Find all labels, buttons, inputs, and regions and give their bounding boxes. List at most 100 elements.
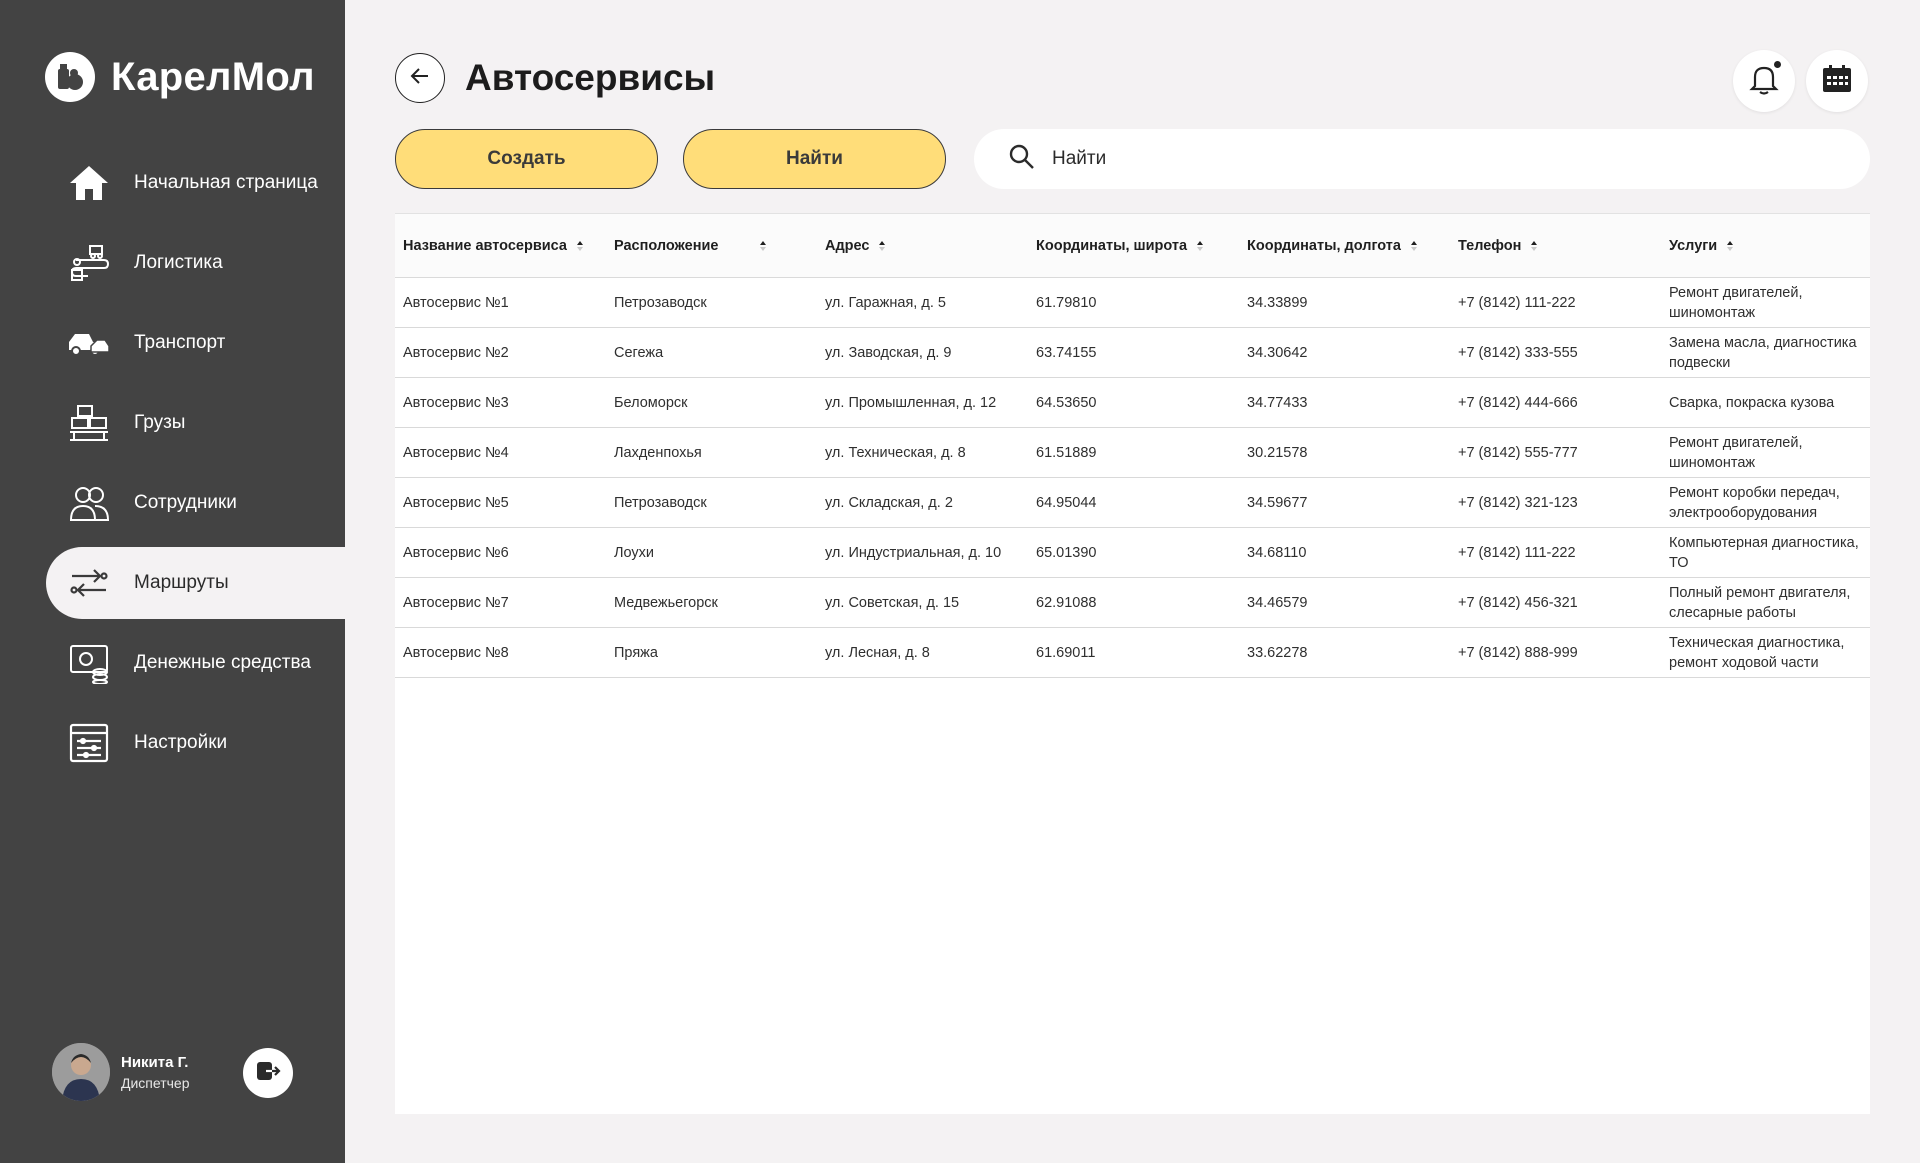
notifications-button[interactable] — [1733, 50, 1795, 112]
find-button[interactable]: Найти — [683, 129, 946, 189]
column-header-label: Телефон — [1458, 237, 1522, 254]
sidebar-item-label: Начальная страница — [134, 172, 318, 193]
cell-name: Автосервис №5 — [403, 494, 509, 511]
table-row[interactable]: Автосервис №5 Петрозаводск ул. Складская… — [395, 478, 1870, 528]
sidebar-item-transport[interactable]: Транспорт — [0, 307, 345, 379]
brand-logo[interactable]: КарелМол — [45, 52, 315, 102]
page-title: Автосервисы — [465, 57, 716, 98]
sort-icon[interactable] — [576, 240, 583, 251]
search-bar[interactable] — [974, 129, 1870, 189]
sidebar-item-money[interactable]: Денежные средства — [0, 627, 345, 699]
sidebar-item-label: Сотрудники — [134, 492, 237, 513]
create-button[interactable]: Создать — [395, 129, 658, 189]
cell-name: Автосервис №6 — [403, 544, 509, 561]
cell-latitude: 65.01390 — [1036, 544, 1097, 561]
cell-address: ул. Заводская, д. 9 — [825, 344, 952, 361]
cell-location: Сегежа — [614, 344, 664, 361]
table-row[interactable]: Автосервис №3 Беломорск ул. Промышленная… — [395, 378, 1870, 428]
cell-services: Полный ремонт двигателя, слесарные работ… — [1669, 584, 1851, 621]
cell-latitude: 61.51889 — [1036, 444, 1097, 461]
cell-phone: +7 (8142) 321-123 — [1458, 494, 1578, 511]
cell-latitude: 64.53650 — [1036, 394, 1097, 411]
cell-location: Пряжа — [614, 644, 658, 661]
sidebar-item-label: Маршруты — [134, 572, 229, 593]
column-header[interactable]: Расположение — [606, 214, 817, 278]
cell-longitude: 34.68110 — [1247, 544, 1307, 561]
sidebar-item-employees[interactable]: Сотрудники — [0, 467, 345, 539]
table-row[interactable]: Автосервис №1 Петрозаводск ул. Гаражная,… — [395, 278, 1870, 328]
column-header-label: Услуги — [1669, 237, 1718, 254]
sidebar-item-routes[interactable]: Маршруты — [46, 547, 345, 619]
calendar-icon — [1821, 64, 1853, 99]
sidebar-item-logistics[interactable]: Логистика — [0, 227, 345, 299]
column-header[interactable]: Координаты, долгота — [1239, 214, 1450, 278]
cell-name: Автосервис №2 — [403, 344, 509, 361]
table-row[interactable]: Автосервис №4 Лахденпохья ул. Техническа… — [395, 428, 1870, 478]
sort-icon[interactable] — [879, 240, 886, 251]
cell-phone: +7 (8142) 111-222 — [1458, 294, 1576, 311]
cell-address: ул. Гаражная, д. 5 — [825, 294, 946, 311]
cell-address: ул. Промышленная, д. 12 — [825, 394, 997, 411]
cell-latitude: 61.79810 — [1036, 294, 1097, 311]
sidebar-item-label: Денежные средства — [134, 652, 311, 673]
cell-location: Беломорск — [614, 394, 688, 411]
user-profile[interactable]: Никита Г. Диспетчер — [52, 1043, 189, 1101]
sidebar-item-settings[interactable]: Настройки — [0, 707, 345, 779]
sidebar-nav: Начальная страница Логистика Транспорт Г… — [0, 147, 345, 787]
column-header-label: Координаты, долгота — [1247, 237, 1401, 254]
cell-latitude: 63.74155 — [1036, 344, 1097, 361]
sidebar-item-home[interactable]: Начальная страница — [0, 147, 345, 219]
column-header[interactable]: Услуги — [1661, 214, 1870, 278]
service-table-panel: Название автосервиса Расположение Адрес … — [395, 213, 1870, 1114]
cell-name: Автосервис №4 — [403, 444, 509, 461]
cell-phone: +7 (8142) 888-999 — [1458, 644, 1578, 661]
cell-address: ул. Советская, д. 15 — [825, 594, 960, 611]
column-header[interactable]: Название автосервиса — [395, 214, 606, 278]
sidebar: КарелМол Начальная страница Логистика Тр… — [0, 0, 345, 1163]
sidebar-item-label: Настройки — [134, 732, 228, 753]
cell-name: Автосервис №1 — [403, 294, 509, 311]
table-row[interactable]: Автосервис №7 Медвежьегорск ул. Советска… — [395, 578, 1870, 628]
logistics-icon — [66, 240, 112, 286]
cell-name: Автосервис №8 — [403, 644, 509, 661]
cell-location: Медвежьегорск — [614, 594, 718, 611]
cell-address: ул. Индустриальная, д. 10 — [825, 544, 1002, 561]
arrow-left-icon — [409, 65, 431, 92]
cell-services: Замена масла, диагностика подвески — [1669, 334, 1857, 371]
sort-icon[interactable] — [1727, 240, 1734, 251]
sidebar-item-label: Логистика — [134, 252, 223, 273]
calendar-button[interactable] — [1806, 50, 1868, 112]
sort-icon[interactable] — [1531, 240, 1538, 251]
column-header[interactable]: Адрес — [817, 214, 1028, 278]
column-header[interactable]: Телефон — [1450, 214, 1661, 278]
cell-name: Автосервис №7 — [403, 594, 509, 611]
search-input[interactable] — [1052, 148, 1832, 170]
cell-location: Петрозаводск — [614, 294, 707, 311]
cell-phone: +7 (8142) 444-666 — [1458, 394, 1578, 411]
sort-icon[interactable] — [760, 240, 767, 251]
user-name: Никита Г. — [121, 1053, 189, 1071]
cell-longitude: 34.77433 — [1247, 394, 1308, 411]
cell-latitude: 61.69011 — [1036, 644, 1096, 661]
cell-name: Автосервис №3 — [403, 394, 509, 411]
table-header-row: Название автосервиса Расположение Адрес … — [395, 213, 1870, 278]
cell-services: Компьютерная диагностика, ТО — [1669, 534, 1859, 571]
column-header-label: Название автосервиса — [403, 237, 567, 254]
cell-longitude: 34.33899 — [1247, 294, 1308, 311]
table-row[interactable]: Автосервис №6 Лоухи ул. Индустриальная, … — [395, 528, 1870, 578]
cell-services: Сварка, покраска кузова — [1669, 394, 1835, 411]
cell-longitude: 33.62278 — [1247, 644, 1308, 661]
logout-button[interactable] — [243, 1048, 293, 1098]
column-header[interactable]: Координаты, широта — [1028, 214, 1239, 278]
back-button[interactable] — [395, 53, 445, 103]
sort-icon[interactable] — [1410, 240, 1417, 251]
table-row[interactable]: Автосервис №8 Пряжа ул. Лесная, д. 8 61.… — [395, 628, 1870, 678]
home-icon — [66, 160, 112, 206]
sort-icon[interactable] — [1197, 240, 1204, 251]
cell-longitude: 34.46579 — [1247, 594, 1308, 611]
sidebar-item-cargo[interactable]: Грузы — [0, 387, 345, 459]
milk-logo-icon — [45, 52, 95, 102]
cargo-icon — [66, 400, 112, 446]
money-icon — [66, 640, 112, 686]
table-row[interactable]: Автосервис №2 Сегежа ул. Заводская, д. 9… — [395, 328, 1870, 378]
